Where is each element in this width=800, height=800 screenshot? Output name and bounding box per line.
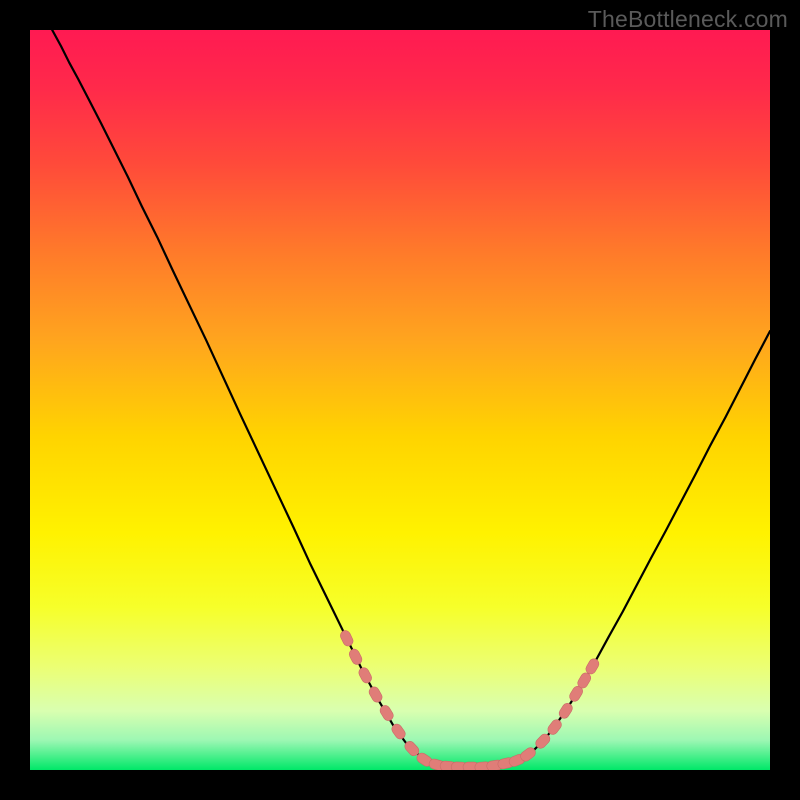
gradient-background [30,30,770,770]
chart-stage: TheBottleneck.com [0,0,800,800]
chart-svg [30,30,770,770]
watermark-text: TheBottleneck.com [588,6,788,33]
plot-area [30,30,770,770]
